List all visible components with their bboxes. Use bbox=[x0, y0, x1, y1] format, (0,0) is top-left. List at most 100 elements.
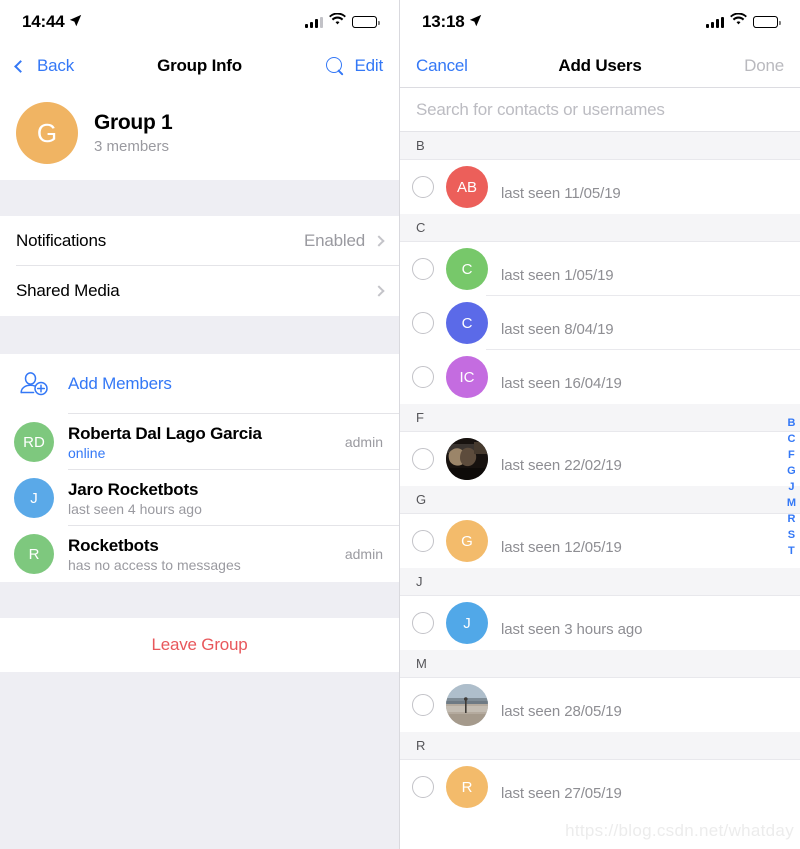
bottom-filler-left bbox=[0, 672, 399, 849]
edit-button[interactable]: Edit bbox=[355, 56, 384, 76]
watermark-text: https://blog.csdn.net/whatday bbox=[565, 821, 794, 840]
avatar: C bbox=[446, 302, 488, 344]
location-arrow-icon bbox=[69, 12, 82, 32]
search-icon[interactable] bbox=[325, 56, 345, 76]
alpha-index-item[interactable]: G bbox=[787, 466, 796, 477]
alpha-index-item[interactable]: C bbox=[787, 434, 795, 445]
nav-actions-left: Edit bbox=[325, 56, 384, 76]
search-field-container[interactable]: Search for contacts or usernames bbox=[400, 88, 800, 132]
location-arrow-icon bbox=[469, 12, 482, 32]
avatar: C bbox=[446, 248, 488, 290]
row-notifications[interactable]: Notifications Enabled bbox=[0, 216, 399, 266]
contact-row[interactable]: last seen 28/05/19 bbox=[400, 678, 800, 732]
alpha-index-item[interactable]: R bbox=[787, 514, 795, 525]
select-checkbox[interactable] bbox=[412, 258, 434, 280]
section-header: F bbox=[400, 404, 800, 432]
contact-row[interactable]: last seen 22/02/19 bbox=[400, 432, 800, 486]
select-checkbox[interactable] bbox=[412, 612, 434, 634]
status-time-label-right: 13:18 bbox=[422, 12, 465, 31]
nav-done-group: Done bbox=[744, 56, 784, 76]
contact-row[interactable]: IC last seen 16/04/19 bbox=[400, 350, 800, 404]
member-text: Jaro Rocketbots last seen 4 hours ago bbox=[68, 480, 375, 517]
group-info-screen: 14:44 Back Group Info Edit G Group 1 3 m… bbox=[0, 0, 400, 849]
dual-screenshot-container: 14:44 Back Group Info Edit G Group 1 3 m… bbox=[0, 0, 800, 849]
add-users-screen: 13:18 Cancel Add Users Done Search for c… bbox=[400, 0, 800, 849]
contact-row[interactable]: J last seen 3 hours ago bbox=[400, 596, 800, 650]
avatar: IC bbox=[446, 356, 488, 398]
status-indicators-right bbox=[706, 12, 781, 31]
shared-media-label: Shared Media bbox=[16, 281, 120, 300]
alpha-index-item[interactable]: J bbox=[788, 482, 794, 493]
alpha-index-item[interactable]: B bbox=[787, 418, 795, 429]
select-checkbox[interactable] bbox=[412, 176, 434, 198]
contact-row[interactable]: G last seen 12/05/19 bbox=[400, 514, 800, 568]
member-status: last seen 4 hours ago bbox=[68, 500, 202, 517]
avatar: RD bbox=[14, 422, 54, 462]
select-checkbox[interactable] bbox=[412, 312, 434, 334]
select-checkbox[interactable] bbox=[412, 448, 434, 470]
avatar-initials: J bbox=[30, 489, 38, 507]
avatar: R bbox=[446, 766, 488, 808]
nav-bar-right: Cancel Add Users Done bbox=[400, 44, 800, 88]
group-info-body: G Group 1 3 members Notifications Enable… bbox=[0, 88, 399, 849]
alphabet-index[interactable]: B C F G J M R S T bbox=[787, 418, 796, 557]
search-input[interactable]: Search for contacts or usernames bbox=[416, 100, 665, 120]
contact-row[interactable]: R last seen 27/05/19 bbox=[400, 760, 800, 814]
battery-icon bbox=[352, 16, 380, 28]
member-row[interactable]: J Jaro Rocketbots last seen 4 hours ago bbox=[0, 470, 399, 526]
back-label: Back bbox=[37, 56, 74, 75]
alpha-index-item[interactable]: T bbox=[788, 546, 795, 557]
avatar-initials: C bbox=[461, 314, 473, 332]
group-avatar: G bbox=[16, 102, 78, 164]
nav-cancel-group: Cancel bbox=[416, 56, 468, 76]
nav-back-button[interactable]: Back bbox=[14, 56, 74, 76]
contact-row[interactable]: AB last seen 11/05/19 bbox=[400, 160, 800, 214]
group-name: Group 1 bbox=[94, 111, 173, 134]
select-checkbox[interactable] bbox=[412, 694, 434, 716]
status-bar-left: 14:44 bbox=[0, 0, 399, 44]
group-header[interactable]: G Group 1 3 members bbox=[0, 88, 399, 180]
chevron-right-icon bbox=[373, 285, 385, 297]
chevron-left-icon bbox=[14, 59, 27, 73]
contact-row[interactable]: C last seen 1/05/19 bbox=[400, 242, 800, 296]
avatar-initials: R bbox=[461, 778, 473, 796]
cancel-button[interactable]: Cancel bbox=[416, 56, 468, 76]
section-header: R bbox=[400, 732, 800, 760]
section-header: C bbox=[400, 214, 800, 242]
avatar-initials: G bbox=[461, 532, 473, 550]
members-list: Add Members RD Roberta Dal Lago Garcia o… bbox=[0, 354, 399, 582]
section-gap-3 bbox=[0, 582, 399, 618]
alpha-index-item[interactable]: S bbox=[788, 530, 795, 541]
contact-row[interactable]: C last seen 8/04/19 bbox=[400, 296, 800, 350]
status-time-left: 14:44 bbox=[22, 12, 82, 32]
select-checkbox[interactable] bbox=[412, 530, 434, 552]
avatar-photo bbox=[446, 438, 488, 480]
group-avatar-initial: G bbox=[36, 117, 58, 148]
status-bar-right: 13:18 bbox=[400, 0, 800, 44]
contacts-list: B AB last seen 11/05/19 C C last seen 1/… bbox=[400, 132, 800, 814]
status-time-right: 13:18 bbox=[422, 12, 482, 32]
row-shared-media[interactable]: Shared Media bbox=[0, 266, 399, 316]
alpha-index-item[interactable]: F bbox=[788, 450, 795, 461]
select-checkbox[interactable] bbox=[412, 366, 434, 388]
avatar-initials: R bbox=[28, 545, 40, 563]
nav-bar-left: Back Group Info Edit bbox=[0, 44, 399, 88]
contact-last-seen: last seen 22/02/19 bbox=[501, 457, 622, 474]
alpha-index-item[interactable]: M bbox=[787, 498, 796, 509]
add-members-label: Add Members bbox=[68, 374, 172, 393]
select-checkbox[interactable] bbox=[412, 776, 434, 798]
notifications-label: Notifications bbox=[16, 231, 106, 250]
wifi-icon bbox=[730, 12, 747, 31]
contact-last-seen: last seen 28/05/19 bbox=[501, 703, 622, 720]
member-text: Roberta Dal Lago Garcia online bbox=[68, 424, 337, 461]
avatar-initials: AB bbox=[456, 178, 477, 196]
group-header-text: Group 1 3 members bbox=[94, 111, 173, 155]
done-button[interactable]: Done bbox=[744, 56, 784, 76]
member-row[interactable]: R Rocketbots has no access to messages a… bbox=[0, 526, 399, 582]
member-status: has no access to messages bbox=[68, 556, 241, 573]
member-row[interactable]: RD Roberta Dal Lago Garcia online admin bbox=[0, 414, 399, 470]
leave-group-button[interactable]: Leave Group bbox=[0, 618, 399, 672]
add-members-button[interactable]: Add Members bbox=[0, 354, 399, 414]
contact-last-seen: last seen 1/05/19 bbox=[501, 267, 614, 284]
contact-last-seen: last seen 27/05/19 bbox=[501, 785, 622, 802]
